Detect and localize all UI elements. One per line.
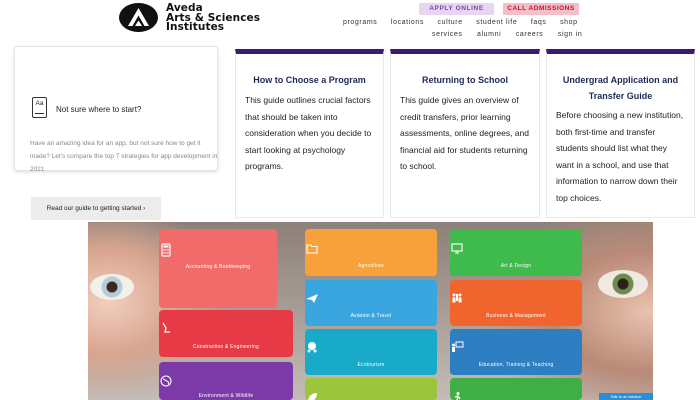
guide-body: This guide gives an overview of credit t… — [400, 95, 529, 171]
nav-item-locations[interactable]: locations — [391, 19, 424, 26]
guide-card-undergrad-transfer[interactable]: Undergrad Application and Transfer Guide… — [546, 49, 695, 218]
monitor-icon — [451, 243, 463, 254]
tile-label: Agriculture — [357, 263, 385, 269]
earth-icon — [160, 375, 172, 387]
nav-item-sign-in[interactable]: sign in — [558, 31, 582, 38]
text-format-icon: Aa — [32, 97, 47, 118]
nav-item-alumni[interactable]: alumni — [477, 31, 501, 38]
tile-label: Art & Design — [500, 263, 532, 269]
teacher-icon — [452, 341, 464, 352]
nav-item-services[interactable]: services — [432, 31, 462, 38]
runner-icon — [454, 392, 461, 400]
nav-item-faqs[interactable]: faqs — [531, 19, 547, 26]
leaf-icon — [308, 393, 317, 400]
nav-item-culture[interactable]: culture — [438, 19, 463, 26]
guide-body: Before choosing a new institution, both … — [556, 110, 684, 203]
guide-title[interactable]: Returning to School — [399, 72, 531, 88]
nav-row-primary: programs locations culture student life … — [343, 19, 578, 26]
nav-item-student-life[interactable]: student life — [476, 19, 517, 26]
guide-title[interactable]: Undergrad Application and Transfer Guide — [561, 72, 680, 104]
intro-title: Not sure where to start? — [56, 105, 142, 114]
nav-row-secondary: services alumni careers sign in — [432, 31, 582, 38]
category-tile-accounting[interactable]: Accounting & Bookkeeping — [159, 229, 277, 308]
guide-card-choose-program[interactable]: How to Choose a Program This guide outli… — [235, 49, 384, 218]
calculator-icon — [161, 243, 171, 257]
tile-label: Aviation & Travel — [350, 313, 392, 319]
read-guide-button[interactable]: Read our guide to getting started › — [31, 197, 161, 220]
tile-label: Education, Training & Teaching — [478, 362, 554, 368]
globe-people-icon — [307, 342, 317, 353]
tile-label: Ecotourism — [357, 362, 385, 368]
tile-label: Construction & Engineering — [192, 344, 260, 350]
guide-card-returning-to-school[interactable]: Returning to School This guide gives an … — [390, 49, 540, 218]
nav-item-programs[interactable]: programs — [343, 19, 377, 26]
tile-label: Accounting & Bookkeeping — [185, 264, 251, 270]
category-tile-leaf[interactable] — [305, 378, 437, 400]
category-tile-aviation[interactable]: Aviation & Travel — [305, 280, 437, 326]
category-tile-construction[interactable]: Construction & Engineering — [159, 310, 293, 357]
folder-icon — [306, 244, 318, 254]
hand-tool-icon — [162, 322, 170, 333]
logo-icon[interactable] — [119, 3, 158, 32]
guide-title[interactable]: How to Choose a Program — [244, 72, 375, 88]
category-tile-education[interactable]: Education, Training & Teaching — [450, 329, 582, 375]
nav-item-careers[interactable]: careers — [516, 31, 544, 38]
airplane-icon — [306, 294, 318, 303]
category-tile-ecotourism[interactable]: Ecotourism — [305, 329, 437, 375]
guide-body: This guide outlines crucial factors that… — [245, 95, 372, 171]
eye-image — [598, 270, 648, 298]
tile-label: Environment & Wildlife — [198, 393, 254, 399]
chat-badge[interactable]: Talk to an advisor — [599, 393, 653, 400]
category-tile-art-design[interactable]: Art & Design — [450, 229, 582, 276]
nav-item-shop[interactable]: shop — [560, 19, 578, 26]
apply-online-button[interactable]: APPLY ONLINE — [419, 3, 494, 15]
category-tile-business[interactable]: Business & Management — [450, 280, 582, 326]
logo-line: Institutes — [166, 21, 225, 33]
team-icon — [452, 293, 462, 303]
category-tile-environment[interactable]: Environment & Wildlife — [159, 362, 293, 400]
call-admissions-button[interactable]: CALL ADMISSIONS — [503, 3, 579, 15]
category-tile-runner[interactable] — [450, 378, 582, 400]
logo-text[interactable]: Aveda Arts & Sciences Institutes — [166, 3, 260, 33]
site-header: Aveda Arts & Sciences Institutes APPLY O… — [0, 0, 700, 46]
tile-label: Business & Management — [486, 313, 546, 319]
category-tile-agriculture[interactable]: Agriculture — [305, 229, 437, 276]
intro-description: Have an amazing idea for an app, but not… — [30, 140, 218, 173]
eye-image — [90, 274, 134, 300]
